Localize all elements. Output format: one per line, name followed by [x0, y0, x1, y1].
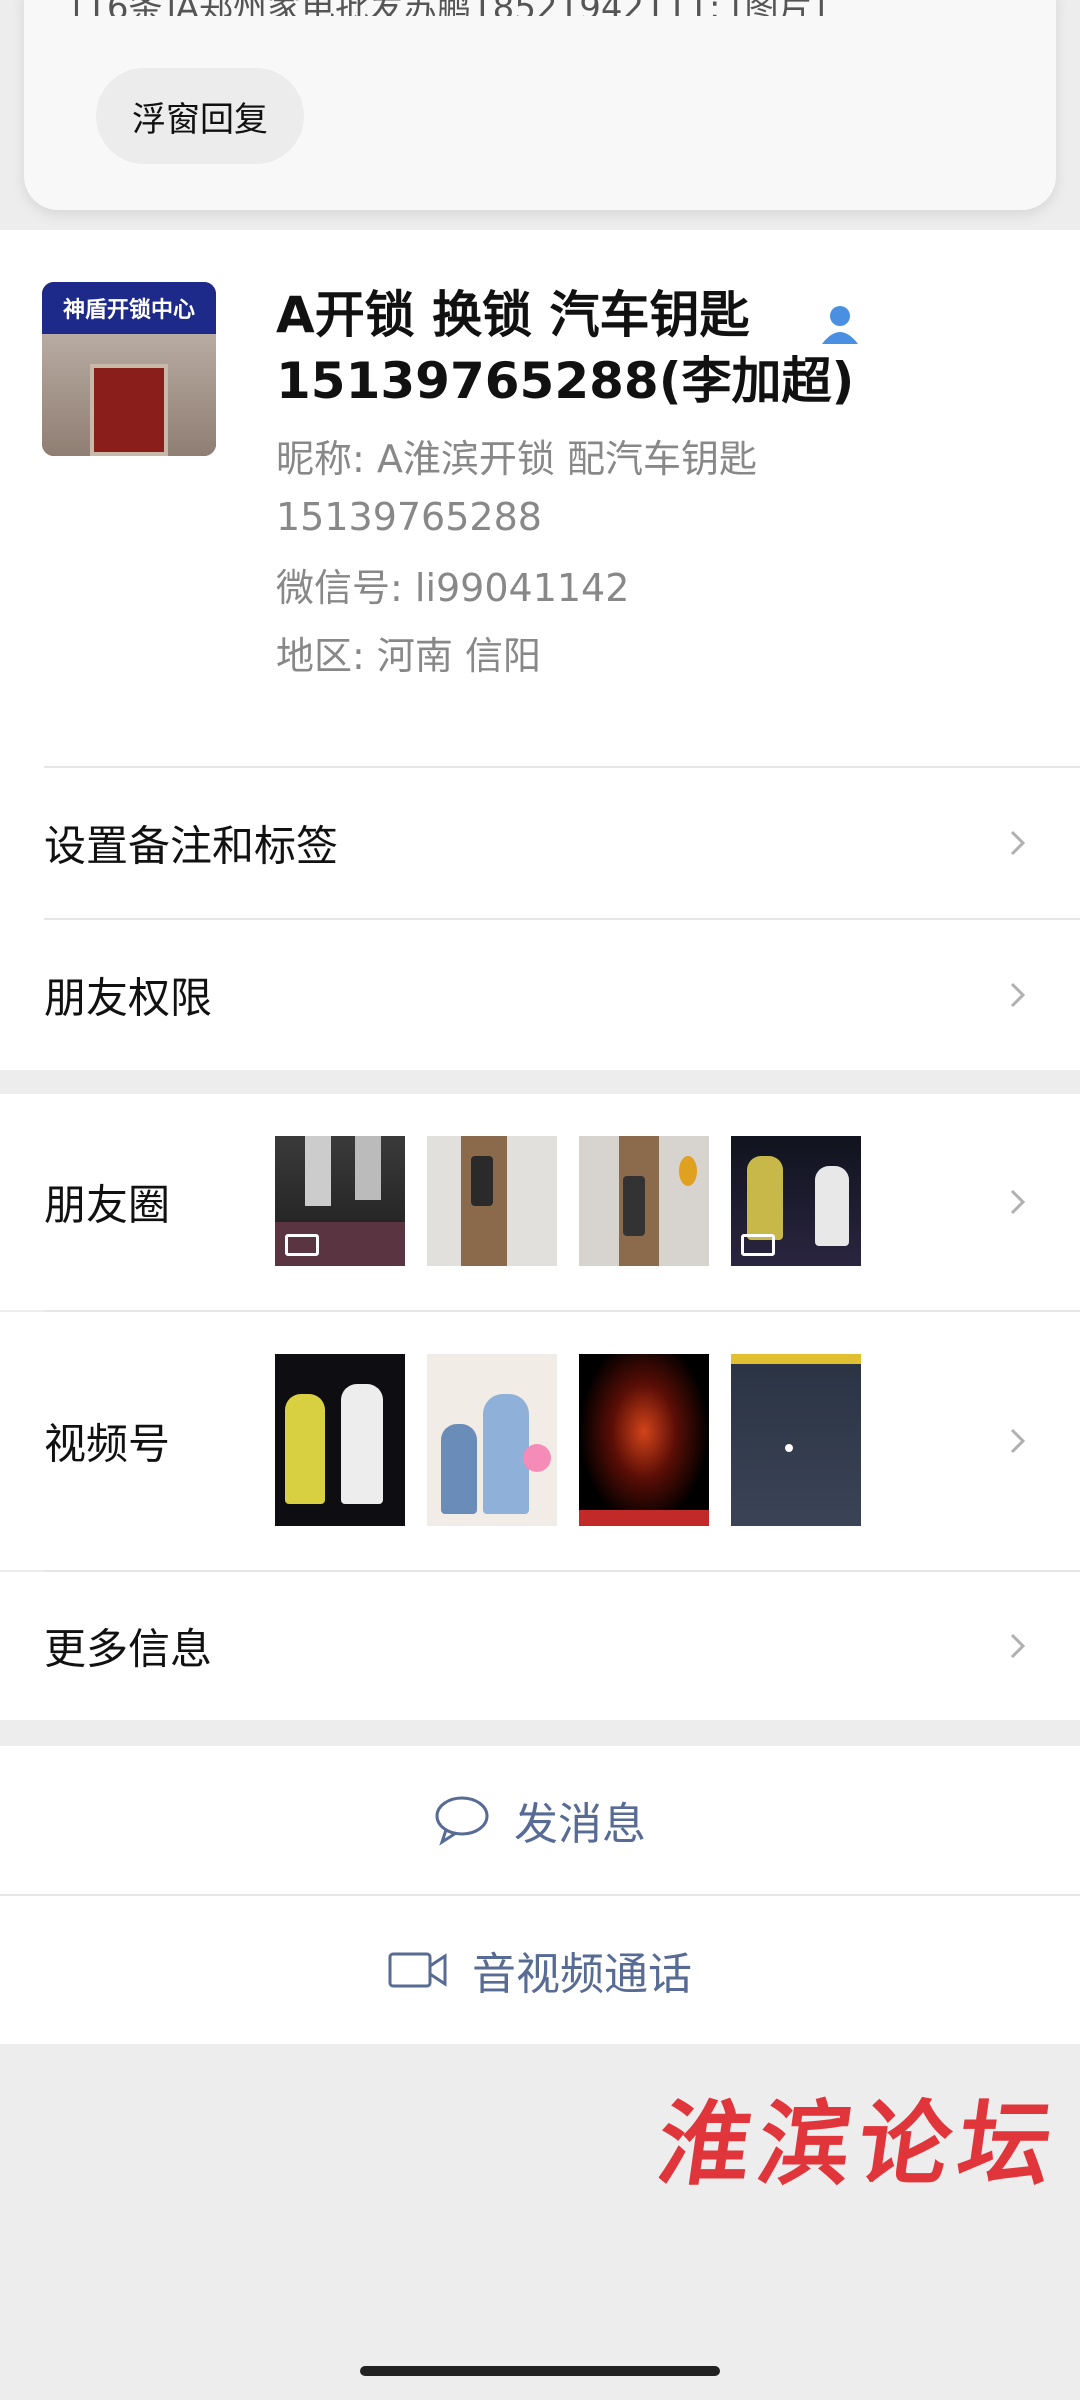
channels-thumbnail [275, 1354, 405, 1526]
more-info-row[interactable]: 更多信息 [0, 1572, 1080, 1720]
watermark-logo: 淮滨论坛 [651, 2090, 1067, 2198]
chevron-right-icon [1010, 830, 1026, 856]
video-icon [741, 1234, 775, 1256]
home-indicator[interactable] [360, 2366, 720, 2376]
contact-person-icon [822, 306, 858, 344]
moments-thumbnail [579, 1136, 709, 1266]
more-info-label: 更多信息 [44, 1624, 213, 1674]
notification-card[interactable]: [16条]A郑州家电批发苏鹏18521942111: [图片] 浮窗回复 [24, 0, 1056, 210]
moments-thumbnail [427, 1136, 557, 1266]
send-message-label: 发消息 [514, 1799, 646, 1850]
nickname: 昵称: A淮滨开锁 配汽车钥匙15139765288 [276, 437, 757, 539]
moments-label: 朋友圈 [44, 1180, 171, 1230]
channels-label: 视频号 [44, 1419, 171, 1469]
remark-tags-label: 设置备注和标签 [44, 821, 339, 871]
av-call-button[interactable]: 音视频通话 [0, 1896, 1080, 2044]
video-icon [285, 1234, 319, 1256]
video-camera-icon [388, 1952, 447, 1988]
moments-thumbnail [731, 1136, 861, 1266]
friend-permissions-row[interactable]: 朋友权限 [0, 920, 1080, 1070]
chevron-right-icon [1010, 1189, 1026, 1215]
notification-text: [16条]A郑州家电批发苏鹏18521942111: [图片] [72, 0, 1012, 16]
chevron-right-icon [1010, 982, 1026, 1008]
float-reply-button[interactable]: 浮窗回复 [96, 68, 304, 164]
channels-row[interactable]: 视频号 [0, 1312, 1080, 1570]
send-message-button[interactable]: 发消息 [0, 1746, 1080, 1894]
region: 地区: 河南 信阳 [276, 634, 541, 678]
avatar-sign-text: 神盾开锁中心 [42, 282, 216, 334]
channels-thumbnail [731, 1354, 861, 1526]
channels-thumbnail [579, 1354, 709, 1526]
remark-tags-row[interactable]: 设置备注和标签 [0, 768, 1080, 918]
chevron-right-icon [1010, 1428, 1026, 1454]
chat-bubble-icon [435, 1796, 489, 1846]
moments-thumbnail [275, 1136, 405, 1266]
chevron-right-icon [1010, 1633, 1026, 1659]
avatar[interactable]: 神盾开锁中心 [42, 282, 216, 456]
moments-row[interactable]: 朋友圈 [0, 1094, 1080, 1310]
av-call-label: 音视频通话 [472, 1949, 692, 2000]
contact-name: A开锁 换锁 汽车钥匙15139765288(李加超) [276, 286, 855, 410]
wechat-id: 微信号: li99041142 [276, 566, 630, 610]
channels-thumbnail [427, 1354, 557, 1526]
friend-permissions-label: 朋友权限 [44, 973, 213, 1023]
